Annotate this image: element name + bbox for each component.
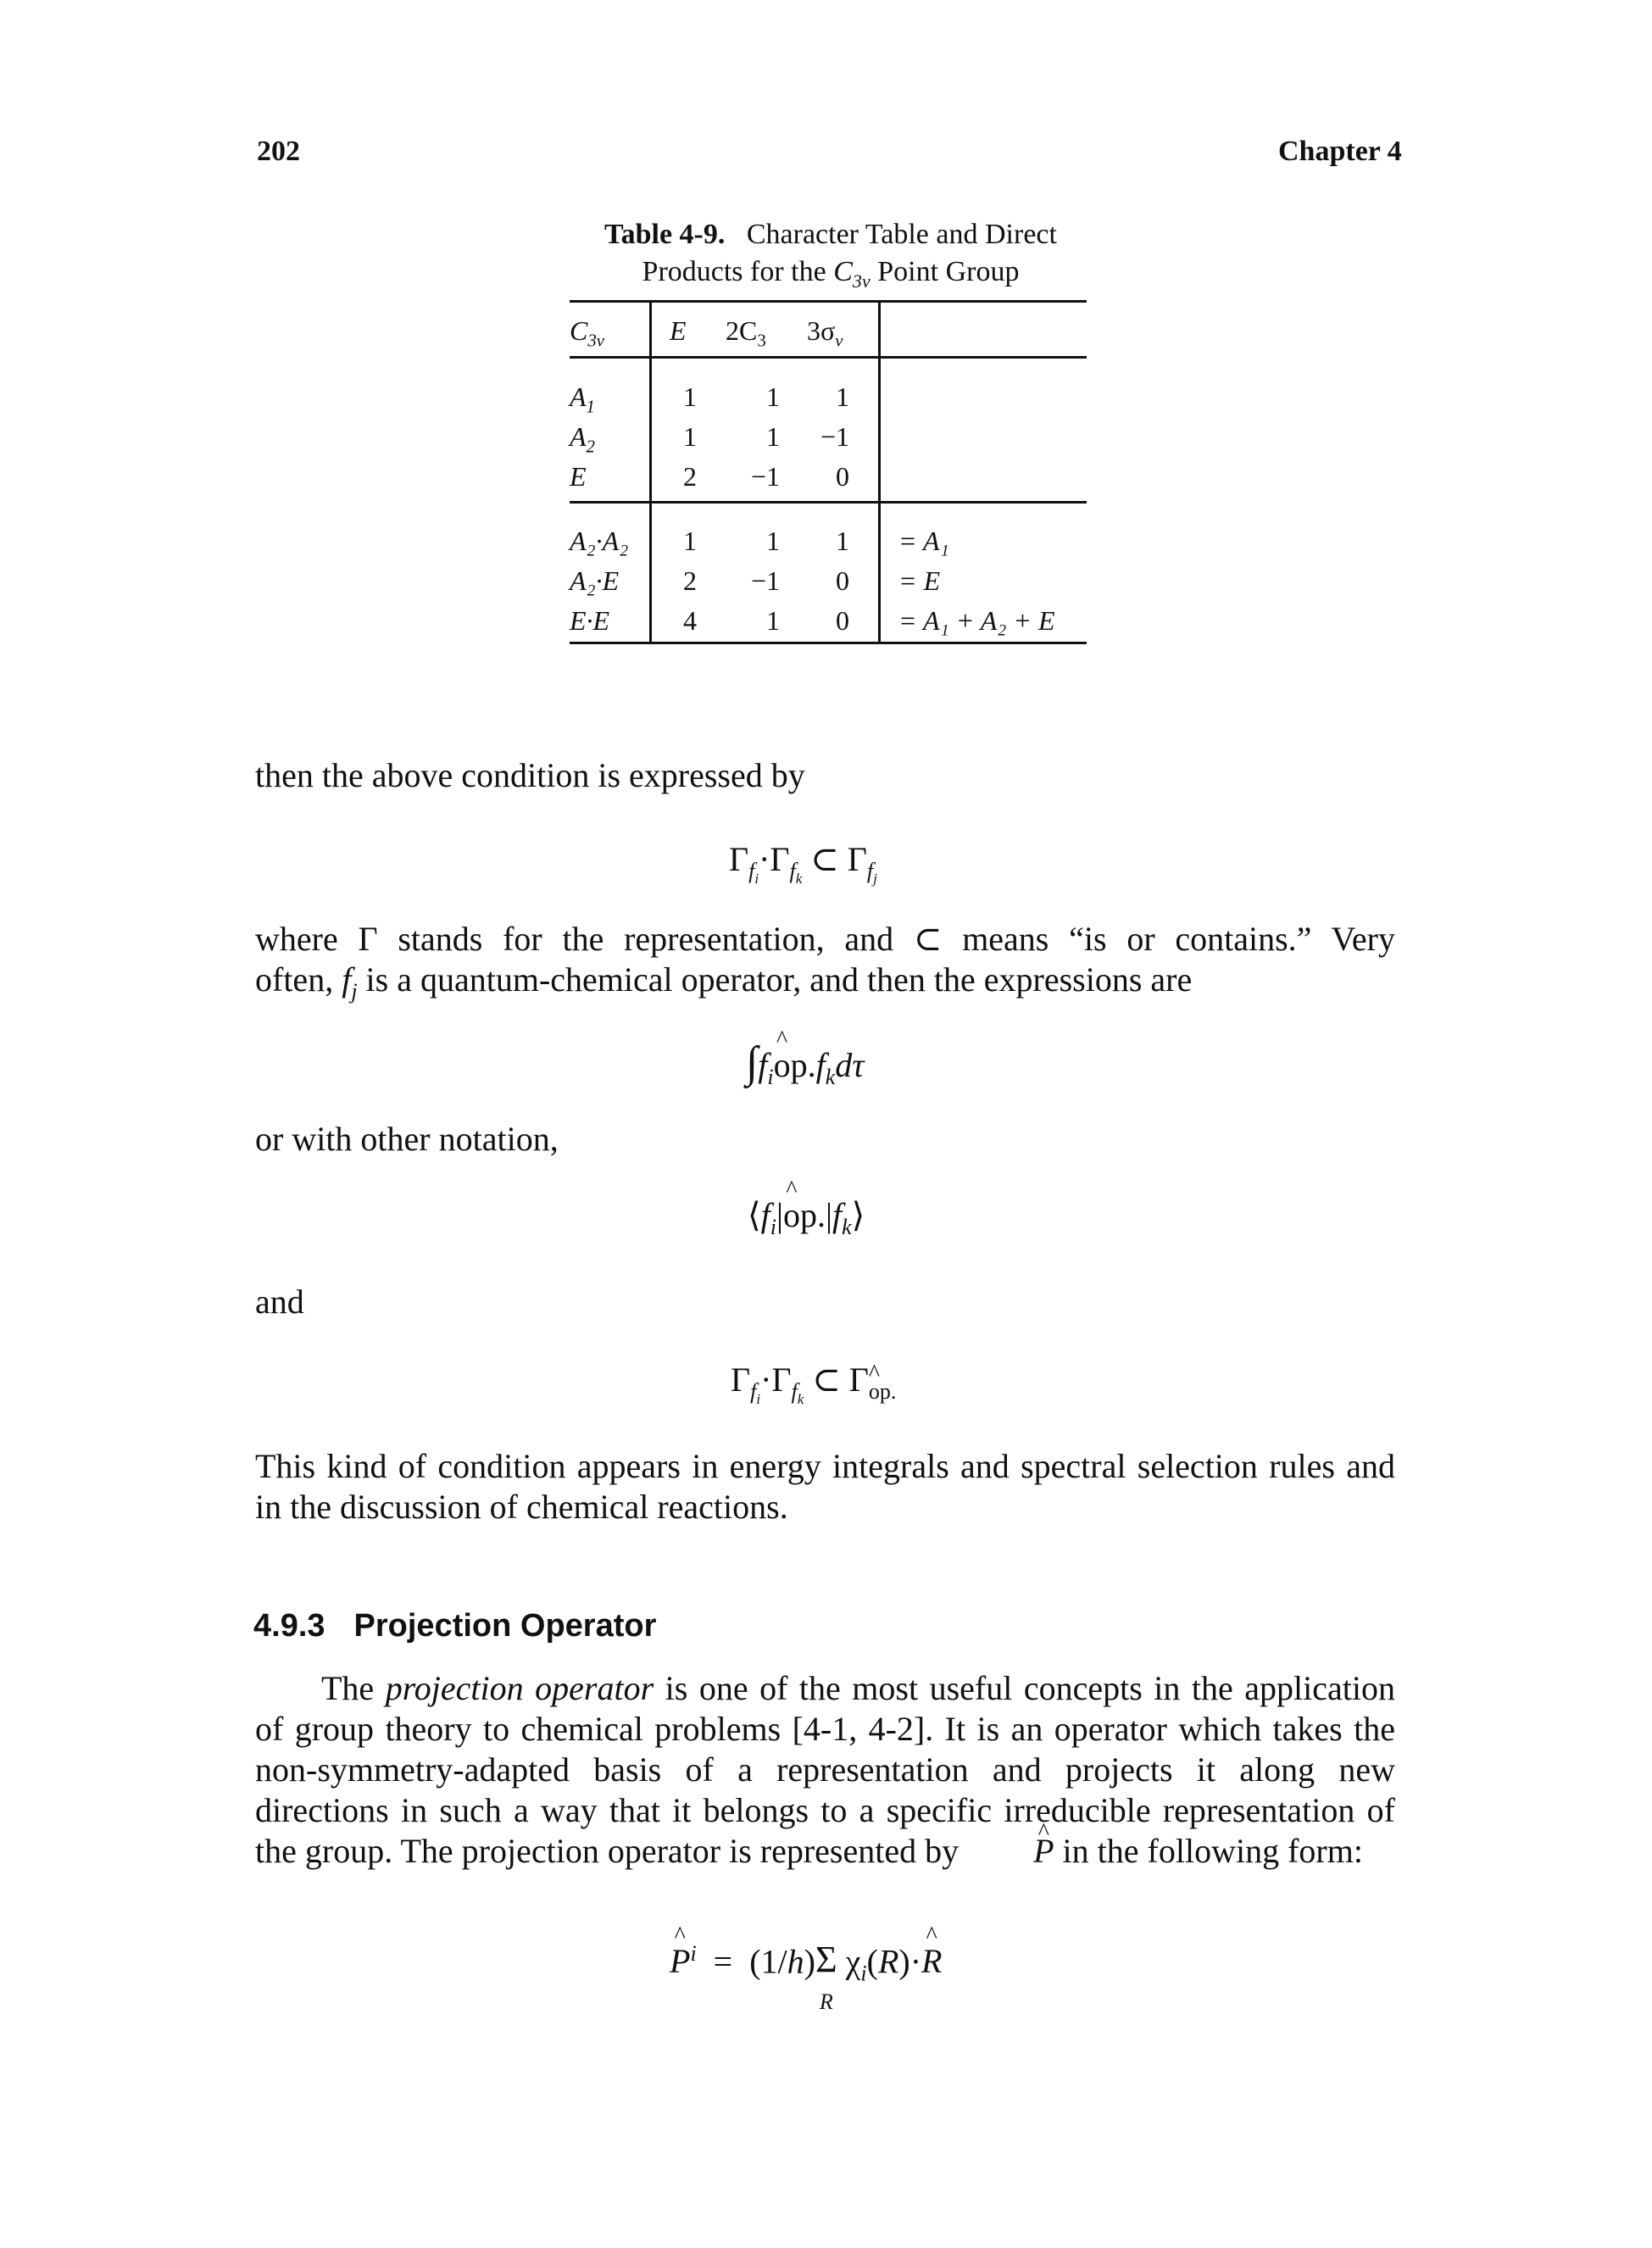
product-row-value: 1 [766, 605, 780, 636]
product-row-value: 4 [683, 605, 697, 636]
irrep-row-value: 1 [766, 421, 780, 452]
equation-4: Γfi·Γfk ⊂ Γop. [731, 1360, 896, 1408]
table-vline-1 [649, 300, 652, 644]
irrep-row-label: A2 [570, 421, 595, 457]
page-number: 202 [257, 136, 300, 167]
irrep-row-value: 1 [683, 381, 697, 412]
caption-text-end: Point Group [870, 256, 1020, 287]
section-title: Projection Operator [353, 1608, 657, 1644]
col-header-E: E [670, 315, 687, 346]
irrep-row-value: 1 [683, 421, 697, 452]
symbol-P-hat: P [967, 1812, 1054, 1872]
paragraph-2-line-1: where Γ stands for the representation, a… [255, 920, 1395, 958]
product-row-value: 1 [683, 526, 697, 556]
product-row-label: A₂·A₂ [570, 526, 629, 556]
caption-text: Products for the [642, 256, 834, 287]
chapter-label: Chapter 4 [1278, 136, 1402, 167]
col-header-3sigma: 3σv [807, 315, 843, 351]
table-vline-2 [878, 300, 881, 644]
character-table: C3v E 2C3 3σv A1 1 1 1 A2 1 1 −1 E 2 −1 0 A₂·A₂ 1 1 1 = … [570, 300, 1087, 644]
irrep-row-value: −1 [750, 461, 780, 492]
product-row-label: A₂·E [570, 565, 620, 596]
caption-title-1: Character Table and Direct [746, 219, 1057, 250]
irrep-row-label: A1 [570, 381, 595, 417]
caption-group-sub: 3v [852, 270, 870, 292]
caption-line-2: Products for the C3v Point Group [509, 253, 1153, 300]
equation-2: ∫fiop.fkdτ [746, 1027, 865, 1090]
product-row-label: E·E [570, 605, 610, 636]
paragraph-3: or with other notation, [255, 1120, 559, 1158]
product-row-value: 1 [766, 526, 780, 556]
section-paragraph: The projection operator is one of the mo… [255, 1668, 1395, 1872]
caption-group: C [833, 256, 853, 287]
section-heading: 4.9.3 Projection Operator [253, 1608, 656, 1644]
col-header-2C3: 2C3 [726, 315, 766, 351]
equation-1: Γfi·Γfk ⊂ Γfj [729, 840, 877, 888]
table-mid-rule [570, 501, 1087, 504]
table-header-rule [570, 356, 1087, 359]
caption-line-1: Table 4-9. Character Table and Direct [509, 216, 1153, 253]
table-bottom-rule [570, 642, 1087, 644]
paragraph-4: and [255, 1283, 304, 1321]
product-row-result: = A₁ [898, 526, 949, 556]
paragraph-5: This kind of condition appears in energy… [255, 1447, 1395, 1526]
irrep-row-value: 1 [766, 381, 780, 412]
product-row-result: = E [898, 565, 941, 596]
irrep-row-value: 1 [836, 381, 849, 412]
irrep-row-value: 2 [683, 461, 697, 492]
caption-label: Table 4-9. [604, 219, 726, 250]
paragraph-1: then the above condition is expressed by [255, 756, 805, 794]
term-projection-operator: projection operator [385, 1669, 654, 1707]
table-caption: Table 4-9. Character Table and Direct Pr… [509, 216, 1153, 300]
irrep-row-value: 0 [836, 461, 849, 492]
irrep-row-label: E [570, 461, 587, 492]
product-row-value: 0 [836, 605, 849, 636]
product-row-result: = A₁ + A₂ + E [898, 605, 1055, 636]
product-row-value: 2 [683, 565, 697, 596]
product-row-value: 1 [836, 526, 849, 556]
projection-formula: Pi = (1/h)ΣR χi(R)·R [670, 1922, 943, 2021]
product-row-value: −1 [750, 565, 780, 596]
equation-3: ⟨fi|op.|fk⟩ [748, 1177, 865, 1240]
product-row-value: 0 [836, 565, 849, 596]
paragraph-2-line-2: often, fj is a quantum-chemical operator… [255, 960, 1193, 1004]
section-number: 4.9.3 [253, 1608, 325, 1644]
table-top-rule [570, 300, 1087, 303]
irrep-row-value: −1 [820, 421, 849, 452]
table-corner: C3v [570, 315, 604, 351]
paragraph-2: where Γ stands for the representation, a… [255, 919, 1395, 1012]
